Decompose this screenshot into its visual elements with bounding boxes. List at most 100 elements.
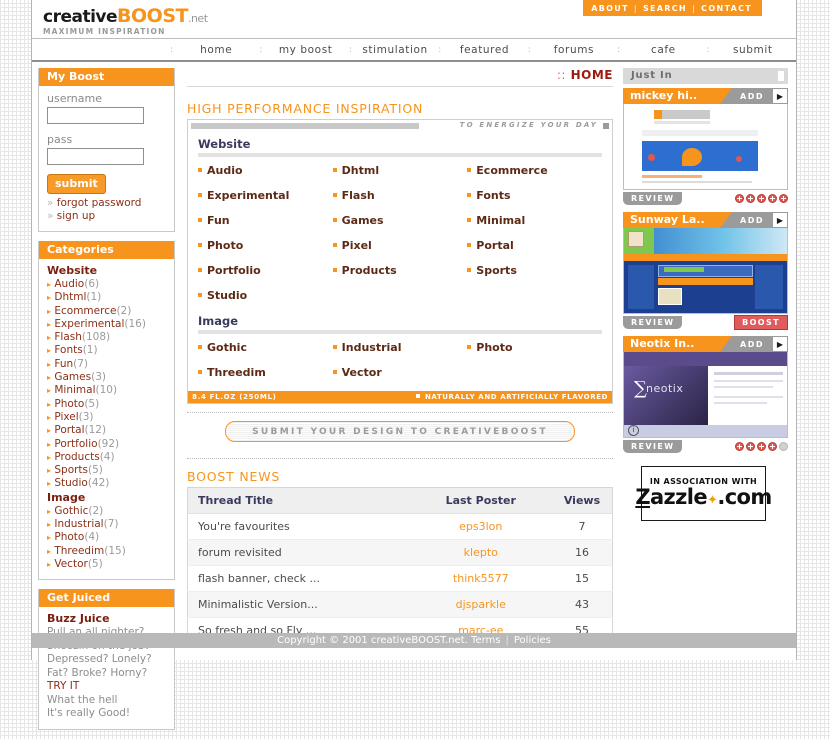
category-link-fonts[interactable]: ▸ Fonts(1) bbox=[47, 344, 166, 357]
category-link-flash[interactable]: ▸ Flash(108) bbox=[47, 331, 166, 344]
inspiration-link-industrial[interactable]: Industrial bbox=[332, 341, 468, 366]
just-in-card-title[interactable]: Sunway La.. bbox=[623, 212, 732, 228]
inspiration-link-vector[interactable]: Vector bbox=[332, 366, 468, 391]
site-logo[interactable]: creativeBOOST.net MAXIMUM INSPIRATION bbox=[43, 7, 208, 36]
nav-item-submit[interactable]: submit bbox=[710, 44, 796, 56]
review-button[interactable]: REVIEW bbox=[623, 440, 683, 453]
topnav-item-search[interactable]: SEARCH bbox=[643, 4, 687, 13]
rating-dot-icon[interactable] bbox=[757, 194, 766, 203]
inspiration-link-gothic[interactable]: Gothic bbox=[198, 341, 333, 366]
category-link-threedim[interactable]: ▸ Threedim(15) bbox=[47, 545, 166, 558]
category-link-fun[interactable]: ▸ Fun(7) bbox=[47, 358, 166, 371]
rating-dot-icon[interactable] bbox=[735, 442, 744, 451]
inspiration-link-audio[interactable]: Audio bbox=[198, 164, 333, 189]
category-link-ecommerce[interactable]: ▸ Ecommerce(2) bbox=[47, 305, 166, 318]
nav-item-cafe[interactable]: cafe bbox=[620, 44, 706, 56]
forgot-password-link[interactable]: » forgot password bbox=[47, 197, 166, 210]
sign-up-link[interactable]: » sign up bbox=[47, 210, 166, 223]
category-link-pixel[interactable]: ▸ Pixel(3) bbox=[47, 411, 166, 424]
add-button[interactable]: ADD bbox=[732, 336, 772, 352]
site-thumbnail[interactable]: ∑ neotix i bbox=[623, 352, 788, 438]
add-button[interactable]: ADD bbox=[732, 88, 772, 104]
column-header-views[interactable]: Views bbox=[548, 487, 613, 514]
password-input[interactable] bbox=[47, 148, 144, 165]
category-link-audio[interactable]: ▸ Audio(6) bbox=[47, 278, 166, 291]
inspiration-link-portfolio[interactable]: Portfolio bbox=[198, 264, 333, 289]
nav-item-home[interactable]: home bbox=[173, 44, 259, 56]
add-button[interactable]: ADD bbox=[732, 212, 772, 228]
inspiration-link-threedim[interactable]: Threedim bbox=[198, 366, 333, 391]
next-arrow-icon[interactable]: ▶ bbox=[772, 336, 788, 352]
submit-design-button[interactable]: SUBMIT YOUR DESIGN TO CREATIVEBOOST bbox=[225, 421, 575, 442]
footer-policies-link[interactable]: Policies bbox=[514, 635, 551, 646]
category-link-minimal[interactable]: ▸ Minimal(10) bbox=[47, 384, 166, 397]
category-link-gothic[interactable]: ▸ Gothic(2) bbox=[47, 505, 166, 518]
last-poster-cell[interactable]: think5577 bbox=[409, 565, 548, 592]
category-link-experimental[interactable]: ▸ Experimental(16) bbox=[47, 318, 166, 331]
inspiration-link-experimental[interactable]: Experimental bbox=[198, 189, 333, 214]
nav-item-stimulation[interactable]: stimulation bbox=[352, 44, 438, 56]
rating-dot-icon[interactable] bbox=[757, 442, 766, 451]
buzz-cta[interactable]: TRY IT bbox=[47, 680, 166, 694]
category-link-portal[interactable]: ▸ Portal(12) bbox=[47, 424, 166, 437]
last-poster-cell[interactable]: eps3lon bbox=[409, 513, 548, 540]
inspiration-link-games[interactable]: Games bbox=[332, 214, 468, 239]
inspiration-link-dhtml[interactable]: Dhtml bbox=[332, 164, 468, 189]
last-poster-cell[interactable]: klepto bbox=[409, 539, 548, 566]
table-row[interactable]: Minimalistic Version... djsparkle 43 bbox=[187, 591, 613, 618]
category-link-industrial[interactable]: ▸ Industrial(7) bbox=[47, 518, 166, 531]
rating-dot-icon[interactable] bbox=[746, 442, 755, 451]
review-button[interactable]: REVIEW bbox=[623, 192, 683, 205]
review-button[interactable]: REVIEW bbox=[623, 316, 683, 329]
topnav-item-about[interactable]: ABOUT bbox=[591, 4, 629, 13]
category-link-studio[interactable]: ▸ Studio(42) bbox=[47, 477, 166, 490]
nav-item-my-boost[interactable]: my boost bbox=[262, 44, 348, 56]
inspiration-link-pixel[interactable]: Pixel bbox=[332, 239, 468, 264]
inspiration-link-minimal[interactable]: Minimal bbox=[467, 214, 602, 239]
just-in-card-title[interactable]: Neotix In.. bbox=[623, 336, 732, 352]
category-link-vector[interactable]: ▸ Vector(5) bbox=[47, 558, 166, 571]
inspiration-link-fonts[interactable]: Fonts bbox=[467, 189, 602, 214]
next-arrow-icon[interactable]: ▶ bbox=[772, 88, 788, 104]
inspiration-link-ecommerce[interactable]: Ecommerce bbox=[467, 164, 602, 189]
column-header-thread-title[interactable]: Thread Title bbox=[187, 487, 410, 514]
table-row[interactable]: forum revisited klepto 16 bbox=[187, 539, 613, 566]
site-thumbnail[interactable] bbox=[623, 104, 788, 190]
inspiration-link-photo[interactable]: Photo bbox=[467, 341, 602, 366]
category-link-photo[interactable]: ▸ Photo(5) bbox=[47, 398, 166, 411]
next-arrow-icon[interactable]: ▶ bbox=[772, 212, 788, 228]
zazzle-ad[interactable]: IN ASSOCIATION WITH Zazzle✦.com bbox=[635, 466, 772, 521]
rating-dot-icon[interactable] bbox=[779, 194, 788, 203]
thread-title-cell[interactable]: flash banner, check ... bbox=[187, 565, 410, 592]
table-row[interactable]: flash banner, check ... think5577 15 bbox=[187, 565, 613, 592]
thread-title-cell[interactable]: You're favourites bbox=[187, 513, 410, 540]
inspiration-link-fun[interactable]: Fun bbox=[198, 214, 333, 239]
inspiration-link-studio[interactable]: Studio bbox=[198, 289, 333, 314]
category-link-games[interactable]: ▸ Games(3) bbox=[47, 371, 166, 384]
rating-dot-icon[interactable] bbox=[768, 442, 777, 451]
topnav-item-contact[interactable]: CONTACT bbox=[701, 4, 752, 13]
column-header-last-poster[interactable]: Last Poster bbox=[409, 487, 548, 514]
nav-item-featured[interactable]: featured bbox=[441, 44, 527, 56]
rating-widget[interactable] bbox=[735, 194, 788, 203]
category-link-portfolio[interactable]: ▸ Portfolio(92) bbox=[47, 438, 166, 451]
thread-title-cell[interactable]: forum revisited bbox=[187, 539, 410, 566]
inspiration-link-photo[interactable]: Photo bbox=[198, 239, 333, 264]
category-link-products[interactable]: ▸ Products(4) bbox=[47, 451, 166, 464]
rating-dot-icon[interactable] bbox=[735, 194, 744, 203]
username-input[interactable] bbox=[47, 107, 144, 124]
inspiration-link-sports[interactable]: Sports bbox=[467, 264, 602, 289]
last-poster-cell[interactable]: djsparkle bbox=[409, 591, 548, 618]
inspiration-link-portal[interactable]: Portal bbox=[467, 239, 602, 264]
thread-title-cell[interactable]: Minimalistic Version... bbox=[187, 591, 410, 618]
login-submit-button[interactable]: submit bbox=[47, 174, 106, 194]
inspiration-link-products[interactable]: Products bbox=[332, 264, 468, 289]
nav-item-forums[interactable]: forums bbox=[531, 44, 617, 56]
just-in-card-title[interactable]: mickey hi.. bbox=[623, 88, 732, 104]
category-link-dhtml[interactable]: ▸ Dhtml(1) bbox=[47, 291, 166, 304]
category-link-sports[interactable]: ▸ Sports(5) bbox=[47, 464, 166, 477]
rating-dot-icon[interactable] bbox=[779, 442, 788, 451]
site-thumbnail[interactable] bbox=[623, 228, 788, 314]
rating-dot-icon[interactable] bbox=[746, 194, 755, 203]
rating-widget[interactable] bbox=[735, 442, 788, 451]
